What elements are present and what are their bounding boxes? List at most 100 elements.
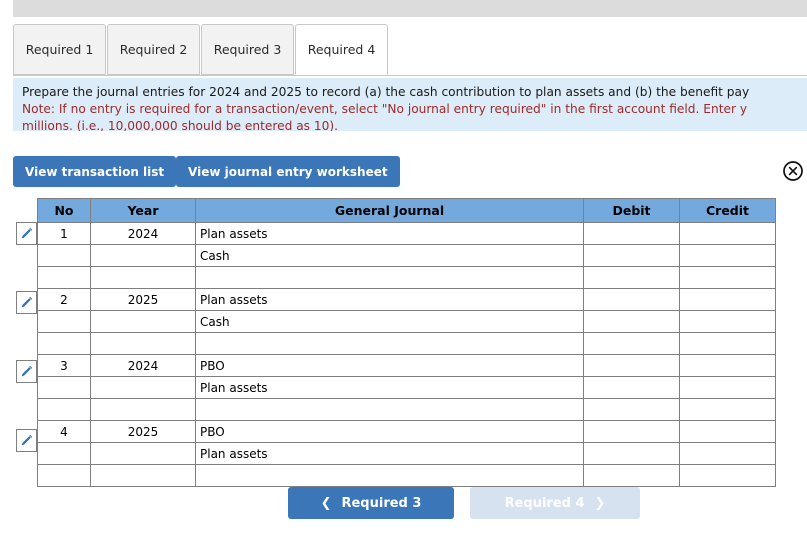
cell-debit[interactable] bbox=[583, 244, 680, 267]
cell-debit[interactable] bbox=[583, 222, 680, 245]
close-circle-icon[interactable] bbox=[782, 160, 804, 182]
cell-no: 2 bbox=[37, 288, 91, 311]
next-required-button[interactable]: Required 4 ❯ bbox=[470, 487, 640, 519]
cell-debit[interactable] bbox=[583, 420, 680, 443]
cell-no bbox=[37, 442, 91, 465]
column-header-no: No bbox=[37, 198, 91, 223]
cell-debit[interactable] bbox=[583, 266, 680, 289]
cell-credit[interactable] bbox=[679, 310, 776, 333]
cell-debit[interactable] bbox=[583, 354, 680, 377]
tab-label: Required 1 bbox=[25, 42, 94, 57]
table-row: 3 2024 PBO bbox=[37, 354, 776, 377]
cell-debit[interactable] bbox=[583, 442, 680, 465]
cell-no bbox=[37, 376, 91, 399]
table-row: Plan assets bbox=[37, 442, 776, 465]
cell-debit[interactable] bbox=[583, 332, 680, 355]
table-row bbox=[37, 398, 776, 421]
tab-bar-underline bbox=[13, 75, 807, 76]
cell-general-journal: Plan assets bbox=[195, 288, 584, 311]
cell-no bbox=[37, 398, 91, 421]
cell-year bbox=[90, 266, 196, 289]
cell-year bbox=[90, 442, 196, 465]
cell-debit[interactable] bbox=[583, 464, 680, 487]
cell-year: 2024 bbox=[90, 354, 196, 377]
top-gray-strip bbox=[13, 0, 807, 17]
pencil-icon[interactable] bbox=[16, 360, 37, 383]
cell-year bbox=[90, 310, 196, 333]
cell-year: 2025 bbox=[90, 420, 196, 443]
cell-general-journal: PBO bbox=[195, 420, 584, 443]
view-journal-entry-worksheet-button[interactable]: View journal entry worksheet bbox=[176, 156, 400, 187]
chevron-right-icon: ❯ bbox=[594, 495, 606, 511]
cell-no bbox=[37, 310, 91, 333]
chevron-left-icon: ❮ bbox=[320, 495, 332, 511]
cell-general-journal bbox=[195, 266, 584, 289]
column-header-credit: Credit bbox=[679, 198, 776, 223]
tab-label: Required 3 bbox=[213, 42, 282, 57]
cell-debit[interactable] bbox=[583, 398, 680, 421]
cell-general-journal: Plan assets bbox=[195, 222, 584, 245]
cell-credit[interactable] bbox=[679, 222, 776, 245]
table-row: Cash bbox=[37, 310, 776, 333]
cell-general-journal bbox=[195, 332, 584, 355]
table-row bbox=[37, 332, 776, 355]
journal-entry-table: No Year General Journal Debit Credit 1 20… bbox=[37, 198, 776, 487]
cell-year bbox=[90, 398, 196, 421]
table-row: 1 2024 Plan assets bbox=[37, 222, 776, 245]
cell-year bbox=[90, 244, 196, 267]
table-row: Cash bbox=[37, 244, 776, 267]
tab-required-1[interactable]: Required 1 bbox=[13, 24, 106, 75]
cell-no bbox=[37, 464, 91, 487]
cell-year: 2025 bbox=[90, 288, 196, 311]
pencil-icon[interactable] bbox=[16, 291, 37, 314]
instructions-panel: Prepare the journal entries for 2024 and… bbox=[13, 78, 807, 131]
cell-credit[interactable] bbox=[679, 464, 776, 487]
tab-required-4[interactable]: Required 4 bbox=[295, 24, 388, 75]
pencil-icon[interactable] bbox=[16, 429, 37, 452]
cell-credit[interactable] bbox=[679, 266, 776, 289]
tab-required-2[interactable]: Required 2 bbox=[107, 24, 200, 75]
instructions-line-3: millions. (i.e., 10,000,000 should be en… bbox=[22, 119, 339, 131]
tab-required-3[interactable]: Required 3 bbox=[201, 24, 294, 75]
cell-general-journal bbox=[195, 464, 584, 487]
tab-bar: Required 1 Required 2 Required 3 Required 4 bbox=[13, 24, 807, 76]
table-row bbox=[37, 464, 776, 487]
cell-general-journal: PBO bbox=[195, 354, 584, 377]
cell-debit[interactable] bbox=[583, 310, 680, 333]
instructions-line-2: Note: If no entry is required for a tran… bbox=[22, 102, 748, 116]
column-header-year: Year bbox=[90, 198, 196, 223]
table-header-row: No Year General Journal Debit Credit bbox=[37, 198, 776, 223]
cell-debit[interactable] bbox=[583, 376, 680, 399]
pencil-icon[interactable] bbox=[16, 222, 37, 245]
cell-no: 1 bbox=[37, 222, 91, 245]
cell-no bbox=[37, 266, 91, 289]
cell-general-journal bbox=[195, 398, 584, 421]
instructions-line-1: Prepare the journal entries for 2024 and… bbox=[22, 85, 750, 99]
cell-general-journal: Cash bbox=[195, 244, 584, 267]
cell-credit[interactable] bbox=[679, 398, 776, 421]
next-required-label: Required 4 bbox=[504, 495, 585, 511]
table-row: Plan assets bbox=[37, 376, 776, 399]
cell-credit[interactable] bbox=[679, 376, 776, 399]
column-header-general-journal: General Journal bbox=[195, 198, 584, 223]
cell-general-journal: Plan assets bbox=[195, 442, 584, 465]
cell-credit[interactable] bbox=[679, 288, 776, 311]
cell-credit[interactable] bbox=[679, 244, 776, 267]
cell-debit[interactable] bbox=[583, 288, 680, 311]
cell-credit[interactable] bbox=[679, 420, 776, 443]
table-row: 2 2025 Plan assets bbox=[37, 288, 776, 311]
cell-no: 3 bbox=[37, 354, 91, 377]
cell-general-journal: Plan assets bbox=[195, 376, 584, 399]
column-header-debit: Debit bbox=[583, 198, 680, 223]
cell-year: 2024 bbox=[90, 222, 196, 245]
previous-required-label: Required 3 bbox=[341, 495, 422, 511]
previous-required-button[interactable]: ❮ Required 3 bbox=[288, 487, 454, 519]
tab-label: Required 4 bbox=[307, 42, 376, 57]
cell-credit[interactable] bbox=[679, 442, 776, 465]
cell-no bbox=[37, 244, 91, 267]
cell-credit[interactable] bbox=[679, 354, 776, 377]
cell-year bbox=[90, 464, 196, 487]
cell-year bbox=[90, 376, 196, 399]
view-transaction-list-button[interactable]: View transaction list bbox=[13, 156, 177, 187]
cell-credit[interactable] bbox=[679, 332, 776, 355]
